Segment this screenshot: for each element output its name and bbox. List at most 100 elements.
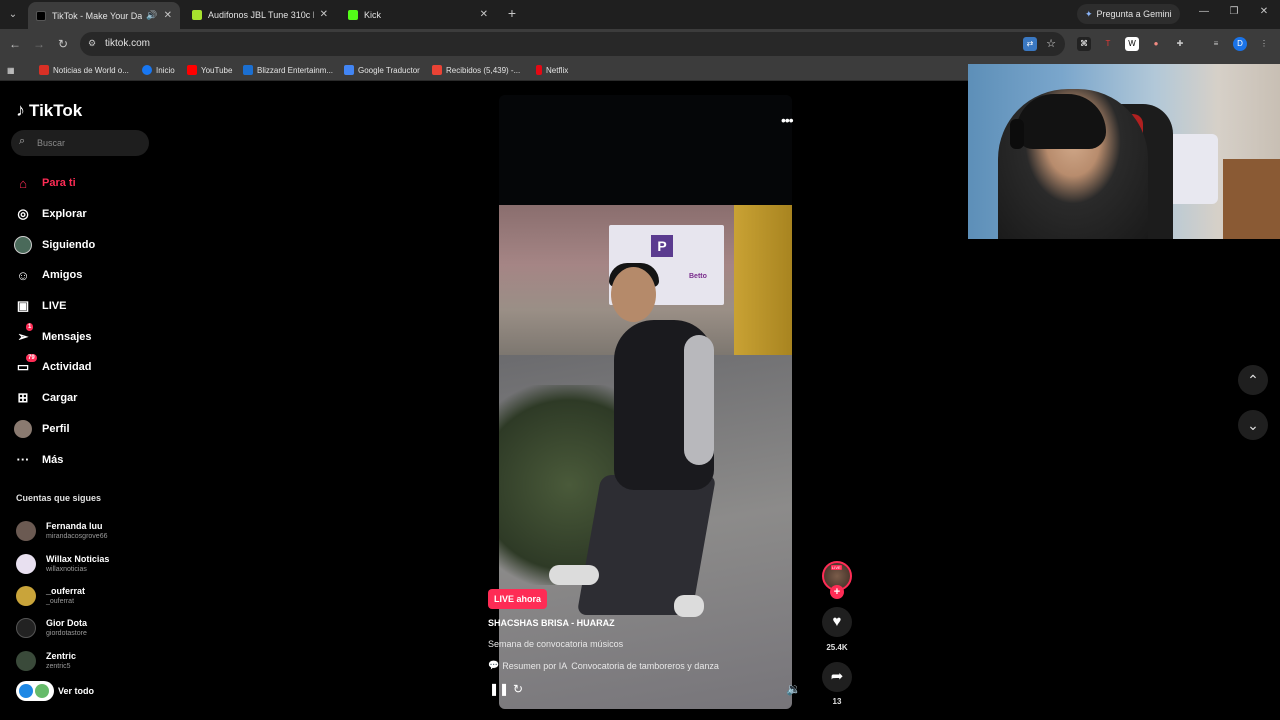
home-icon: ⌂ <box>19 175 27 191</box>
ai-summary[interactable]: 💬 Resumen por IA Convocatoria de tamborer… <box>488 660 719 671</box>
bookmark-star-icon[interactable]: ☆ <box>1044 37 1058 51</box>
like-count: 25.4K <box>826 643 848 652</box>
nav-item-mas[interactable]: ··· Más <box>14 444 154 475</box>
close-tab-icon[interactable]: ✕ <box>164 10 172 21</box>
bookmark-noticias[interactable]: Noticias de World o... <box>39 63 129 77</box>
nav-item-mensajes[interactable]: ➢ 1 Mensajes <box>14 321 154 352</box>
google-translate-icon <box>344 65 354 75</box>
facebook-icon <box>142 65 152 75</box>
bookmark-blizzard[interactable]: Blizzard Entertainm... <box>243 63 333 77</box>
back-icon[interactable]: ← <box>7 36 23 52</box>
live-icon: ▣ <box>16 298 30 314</box>
new-tab-button[interactable]: + <box>505 5 519 23</box>
tiktok-logo[interactable]: ♪ TikTok <box>16 100 82 121</box>
close-tab-icon[interactable]: ✕ <box>320 9 328 20</box>
video-more-options-icon[interactable]: ••• <box>781 112 794 128</box>
bookmark-youtube[interactable]: YouTube <box>187 63 232 77</box>
bookmark-inicio[interactable]: Inicio <box>142 63 175 77</box>
pause-icon[interactable]: ❚❚ <box>489 682 509 696</box>
extensions-puzzle-icon[interactable]: ✚ <box>1173 37 1187 51</box>
tab-tiktok[interactable]: TikTok - Make Your Day 🔊 ✕ <box>28 2 180 29</box>
extension-icon[interactable]: ⌘ <box>1077 37 1091 51</box>
nav-item-perfil[interactable]: Perfil <box>14 414 154 445</box>
tab-kick[interactable]: Kick ✕ <box>340 3 496 26</box>
nav-item-siguiendo[interactable]: Siguiendo <box>14 229 154 260</box>
avatar <box>16 521 36 542</box>
extension-icon[interactable]: ● <box>1149 37 1163 51</box>
following-item[interactable]: Fernanda luu mirandacosgrove66 <box>16 515 156 547</box>
upload-icon: ⊞ <box>17 390 29 406</box>
restore-button[interactable]: ❐ <box>1227 6 1241 20</box>
shop-favicon-icon <box>192 9 202 20</box>
close-tab-icon[interactable]: ✕ <box>480 9 488 20</box>
webcam-overlay <box>968 64 1280 239</box>
gmail-icon <box>432 65 442 75</box>
video-player[interactable]: P Betto <box>499 95 792 709</box>
following-icon <box>14 235 32 254</box>
replay-icon[interactable]: ↻ <box>513 682 523 696</box>
news-favicon-icon <box>39 65 49 75</box>
forward-icon[interactable]: → <box>31 36 47 52</box>
share-icon[interactable]: ➦ <box>822 662 852 692</box>
media-control-icon[interactable]: ≡ <box>1209 37 1223 51</box>
bookmark-gmail[interactable]: Recibidos (5,439) -... <box>432 63 520 77</box>
tab-search-button[interactable]: ⌄ <box>4 5 22 23</box>
following-item[interactable]: Gior Dota giordotastore <box>16 612 156 644</box>
avatar <box>16 553 36 574</box>
gemini-sparkle-icon: ✦ <box>1085 8 1093 19</box>
tiktok-note-icon: ♪ <box>16 100 25 120</box>
profile-avatar[interactable]: D <box>1233 37 1247 51</box>
follow-plus-icon[interactable]: + <box>830 585 844 599</box>
browser-toolbar: ← → ↻ ⚙ tiktok.com ⇄ ☆ ⌘ T W ● ✚ ≡ D ⋮ <box>0 29 1280 59</box>
nav-item-cargar[interactable]: ⊞ Cargar <box>14 383 154 414</box>
bookmark-translate[interactable]: Google Traductor <box>344 63 420 77</box>
following-item[interactable]: Zentric zentric5 <box>16 645 156 677</box>
extension-icon[interactable]: T <box>1101 37 1115 51</box>
browser-tab-bar: ⌄ TikTok - Make Your Day 🔊 ✕ Audifonos J… <box>0 0 1280 29</box>
friends-icon: ☺ <box>16 267 30 283</box>
address-bar[interactable]: ⚙ tiktok.com <box>80 32 1065 56</box>
next-video-chevron-down-icon[interactable]: ⌄ <box>1238 410 1268 440</box>
tab-jbl[interactable]: Audifonos JBL Tune 310c Pure B ✕ <box>184 3 336 26</box>
site-info-icon[interactable]: ⚙ <box>88 38 100 50</box>
kick-favicon-icon <box>348 9 358 20</box>
see-all-button[interactable]: Ver todo <box>16 681 94 701</box>
apps-grid-icon[interactable]: ▦ <box>7 63 15 77</box>
search-input[interactable] <box>37 134 142 152</box>
messages-badge: 1 <box>26 323 34 332</box>
video-frame <box>499 95 792 215</box>
like-heart-icon[interactable]: ♥ <box>822 607 852 637</box>
following-item[interactable]: Willax Noticias willaxnoticias <box>16 547 156 579</box>
nav-item-para-ti[interactable]: ⌂ Para ti <box>14 168 154 199</box>
speaker-icon[interactable]: 🔊 <box>146 10 157 21</box>
search-box[interactable]: ⌕ <box>11 130 149 156</box>
extension-icon[interactable]: W <box>1125 37 1139 51</box>
bookmark-netflix[interactable]: Netflix <box>536 63 568 77</box>
video-author[interactable]: SHACSHAS BRISA - HUARAZ <box>488 618 615 628</box>
avatar <box>16 650 36 671</box>
compass-icon: ◎ <box>17 206 29 222</box>
previous-video-chevron-up-icon[interactable]: ⌃ <box>1238 365 1268 395</box>
nav-item-explorar[interactable]: ◎ Explorar <box>14 199 154 230</box>
kebab-menu-icon[interactable]: ⋮ <box>1257 37 1271 51</box>
avatar <box>16 618 36 639</box>
live-now-badge[interactable]: LIVE ahora <box>488 589 548 609</box>
youtube-icon <box>187 65 197 75</box>
avatar <box>16 585 36 606</box>
nav-item-amigos[interactable]: ☺ Amigos <box>14 260 154 291</box>
blizzard-icon <box>243 65 253 75</box>
nav-item-live[interactable]: ▣ LIVE <box>14 291 154 322</box>
activity-badge: 79 <box>26 354 37 363</box>
nav-item-actividad[interactable]: ▭ 79 Actividad <box>14 352 154 383</box>
translate-icon[interactable]: ⇄ <box>1023 37 1037 51</box>
volume-icon[interactable]: 🔉 <box>786 682 801 696</box>
reload-icon[interactable]: ↻ <box>55 36 71 52</box>
search-icon: ⌕ <box>19 135 26 147</box>
minimize-button[interactable]: — <box>1197 6 1211 20</box>
gemini-button[interactable]: ✦ Pregunta a Gemini <box>1077 4 1180 24</box>
following-list: Fernanda luu mirandacosgrove66 Willax Not… <box>16 515 156 677</box>
following-item[interactable]: _ouferrat _ouferrat <box>16 580 156 612</box>
close-window-button[interactable]: ✕ <box>1257 6 1271 20</box>
tiktok-favicon-icon <box>36 10 46 21</box>
share-count: 13 <box>832 697 842 706</box>
